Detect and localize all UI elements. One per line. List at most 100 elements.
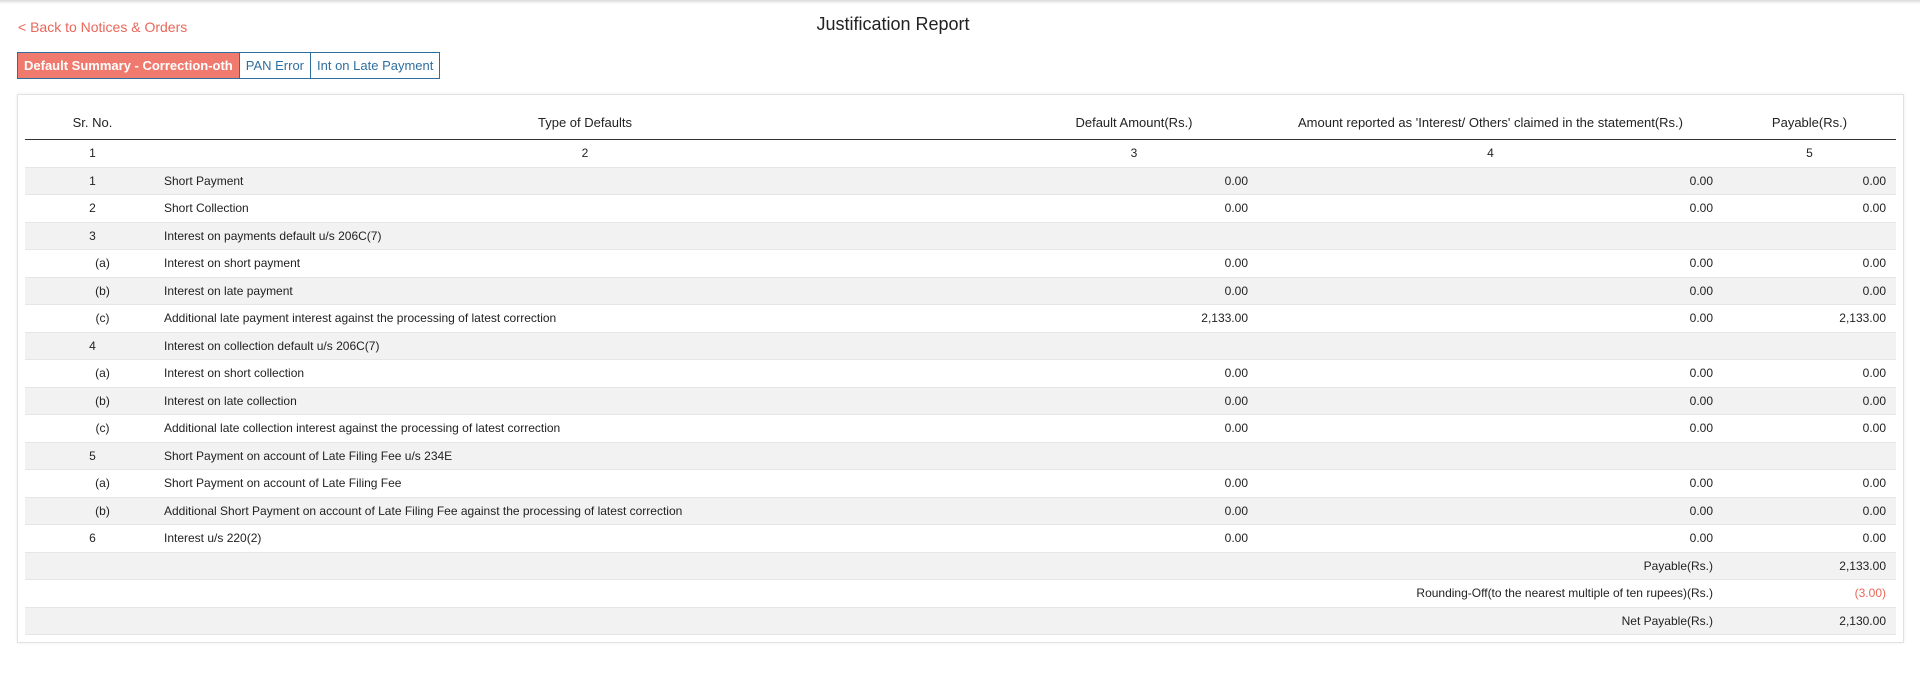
table-row: (a) Interest on short collection 0.00 0.00 0… [25,359,1896,388]
row-amount-reported: 0.00 [1258,277,1723,305]
row-default-amount: 0.00 [1010,249,1258,278]
row-sr-no: (a) [25,359,160,388]
row-amount-reported [1258,222,1723,250]
row-sr-no: 1 [25,167,160,195]
col-number: 1 [25,139,160,168]
row-type-of-default: Additional Short Payment on account of L… [160,497,1010,525]
row-sr-no: (b) [25,387,160,415]
row-sr-no: (b) [25,497,160,525]
row-type-of-default: Interest on late collection [160,387,1010,415]
row-payable: 0.00 [1723,497,1896,525]
row-amount-reported: 0.00 [1258,387,1723,415]
row-sr-no: 3 [25,222,160,250]
row-default-amount: 0.00 [1010,414,1258,443]
report-tabs: Default Summary - Correction-oth PAN Err… [17,52,441,79]
tab-default-summary[interactable]: Default Summary - Correction-oth [17,52,240,79]
row-default-amount: 0.00 [1010,469,1258,498]
header-type-of-defaults: Type of Defaults [160,106,1010,140]
row-type-of-default: Interest on late payment [160,277,1010,305]
header-sr-no: Sr. No. [25,106,160,140]
row-type-of-default: Additional late collection interest agai… [160,414,1010,443]
totals-value: 2,133.00 [1723,552,1896,580]
table-row: (b) Interest on late collection 0.00 0.00 0.… [25,387,1896,415]
row-type-of-default: Interest u/s 220(2) [160,524,1010,553]
row-payable: 0.00 [1723,277,1896,305]
row-payable: 0.00 [1723,194,1896,223]
row-default-amount: 0.00 [1010,497,1258,525]
tab-pan-error[interactable]: PAN Error [238,52,312,79]
row-default-amount [1010,222,1258,250]
row-default-amount [1010,332,1258,360]
row-type-of-default: Short Payment on account of Late Filing … [160,442,1010,470]
row-amount-reported: 0.00 [1258,359,1723,388]
row-default-amount: 0.00 [1010,524,1258,553]
row-sr-no: 4 [25,332,160,360]
table-row: 3 Interest on payments default u/s 206C(7… [25,222,1896,250]
row-payable: 2,133.00 [1723,304,1896,333]
row-default-amount: 2,133.00 [1010,304,1258,333]
totals-label: Payable(Rs.) [25,552,1723,580]
header-amount-reported: Amount reported as 'Interest/ Others' cl… [1258,106,1723,140]
row-sr-no: 5 [25,442,160,470]
row-sr-no: (c) [25,304,160,333]
row-type-of-default: Interest on payments default u/s 206C(7) [160,222,1010,250]
justification-table: Sr. No. Type of Defaults Default Amount(… [25,106,1896,635]
table-header-row: Sr. No. Type of Defaults Default Amount(… [25,106,1896,140]
row-amount-reported: 0.00 [1258,167,1723,195]
totals-value: (3.00) [1723,579,1896,608]
header-payable: Payable(Rs.) [1723,106,1896,140]
row-amount-reported [1258,332,1723,360]
row-type-of-default: Interest on short payment [160,249,1010,278]
row-default-amount [1010,442,1258,470]
col-number: 3 [1010,139,1258,168]
row-payable: 0.00 [1723,249,1896,278]
row-sr-no: (c) [25,414,160,443]
top-shadow [0,0,1920,4]
table-row: (c) Additional late payment interest agai… [25,304,1896,333]
report-panel: Sr. No. Type of Defaults Default Amount(… [17,94,1904,643]
col-number: 2 [160,139,1010,168]
row-payable [1723,332,1896,360]
row-amount-reported [1258,442,1723,470]
row-type-of-default: Interest on collection default u/s 206C(… [160,332,1010,360]
row-amount-reported: 0.00 [1258,304,1723,333]
totals-row: Rounding-Off(to the nearest multiple of … [25,579,1896,608]
header-default-amount: Default Amount(Rs.) [1010,106,1258,140]
row-type-of-default: Additional late payment interest against… [160,304,1010,333]
row-type-of-default: Short Payment [160,167,1010,195]
row-payable [1723,222,1896,250]
row-amount-reported: 0.00 [1258,524,1723,553]
row-payable: 0.00 [1723,414,1896,443]
row-sr-no: (b) [25,277,160,305]
row-sr-no: 6 [25,524,160,553]
row-sr-no: 2 [25,194,160,223]
table-row: (c) Additional late collection interest a… [25,414,1896,443]
row-payable: 0.00 [1723,524,1896,553]
table-row: 4 Interest on collection default u/s 206C… [25,332,1896,360]
table-row: (b) Interest on late payment 0.00 0.00 0.00 [25,277,1896,305]
col-number: 5 [1723,139,1896,168]
col-number: 4 [1258,139,1723,168]
row-default-amount: 0.00 [1010,167,1258,195]
row-payable: 0.00 [1723,359,1896,388]
table-row: 6 Interest u/s 220(2) 0.00 0.00 0.00 [25,524,1896,553]
table-row: 5 Short Payment on account of Late Filing… [25,442,1896,470]
row-amount-reported: 0.00 [1258,249,1723,278]
tab-int-late-payment[interactable]: Int on Late Payment [310,52,441,79]
column-number-row: 1 2 3 4 5 [25,139,1896,168]
table-row: 1 Short Payment 0.00 0.00 0.00 [25,167,1896,195]
row-default-amount: 0.00 [1010,194,1258,223]
totals-row: Payable(Rs.) 2,133.00 [25,552,1896,580]
table-row: (a) Interest on short payment 0.00 0.00 0.00 [25,249,1896,278]
row-type-of-default: Short Collection [160,194,1010,223]
row-amount-reported: 0.00 [1258,469,1723,498]
row-payable [1723,442,1896,470]
row-amount-reported: 0.00 [1258,194,1723,223]
table-row: (a) Short Payment on account of Late Fili… [25,469,1896,498]
row-payable: 0.00 [1723,167,1896,195]
row-amount-reported: 0.00 [1258,497,1723,525]
row-default-amount: 0.00 [1010,277,1258,305]
totals-row: Net Payable(Rs.) 2,130.00 [25,607,1896,635]
row-amount-reported: 0.00 [1258,414,1723,443]
row-payable: 0.00 [1723,469,1896,498]
